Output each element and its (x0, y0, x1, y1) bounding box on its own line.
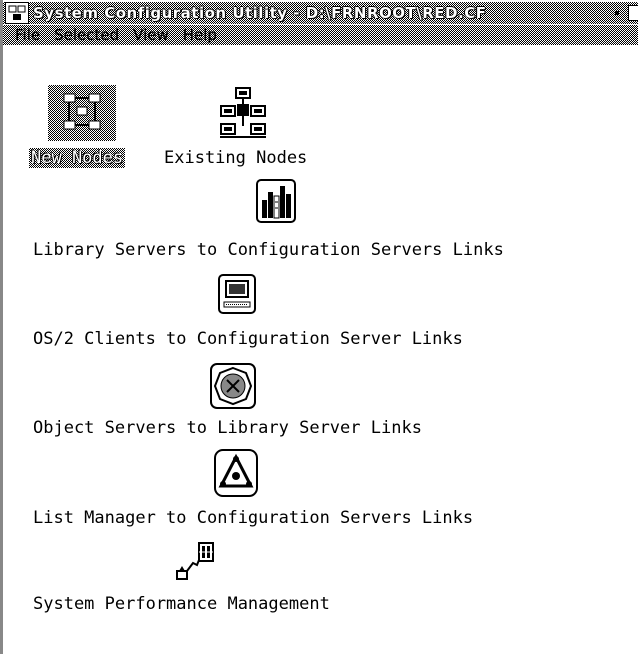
existing-nodes-label[interactable]: Existing Nodes (164, 148, 307, 168)
menu-view[interactable]: View (133, 26, 169, 44)
window-title: System Configuration Utility - D:\FRNROO… (33, 4, 487, 22)
menu-file[interactable]: File (15, 26, 40, 44)
system-menu-icon[interactable] (5, 2, 29, 24)
app-window: System Configuration Utility - D:\FRNROO… (0, 0, 638, 654)
library-books-icon[interactable] (254, 177, 298, 225)
performance-chart-icon[interactable] (174, 540, 216, 582)
menu-selected[interactable]: Selected (54, 26, 119, 44)
object-server-icon[interactable] (208, 361, 258, 411)
new-nodes-label[interactable]: New Nodes (29, 148, 125, 168)
list-manager-label[interactable]: List Manager to Configuration Servers Li… (33, 508, 473, 528)
menu-help[interactable]: Help (183, 26, 217, 44)
system-performance-label[interactable]: System Performance Management (33, 594, 330, 614)
network-nodes-icon[interactable] (48, 85, 116, 141)
maximize-icon[interactable] (628, 5, 638, 21)
os2-clients-label[interactable]: OS/2 Clients to Configuration Server Lin… (33, 329, 463, 349)
computer-monitor-icon[interactable] (216, 272, 258, 316)
minimize-icon[interactable] (610, 6, 624, 20)
object-servers-label[interactable]: Object Servers to Library Server Links (33, 418, 422, 438)
menu-bar: File Selected View Help (3, 25, 638, 45)
library-servers-label[interactable]: Library Servers to Configuration Servers… (33, 240, 504, 260)
title-bar[interactable]: System Configuration Utility - D:\FRNROO… (3, 2, 638, 24)
triangle-network-icon[interactable] (212, 447, 260, 499)
icon-view-area: New Nodes Existing Nodes Library Servers… (3, 47, 638, 654)
computers-tree-icon[interactable] (215, 85, 271, 141)
